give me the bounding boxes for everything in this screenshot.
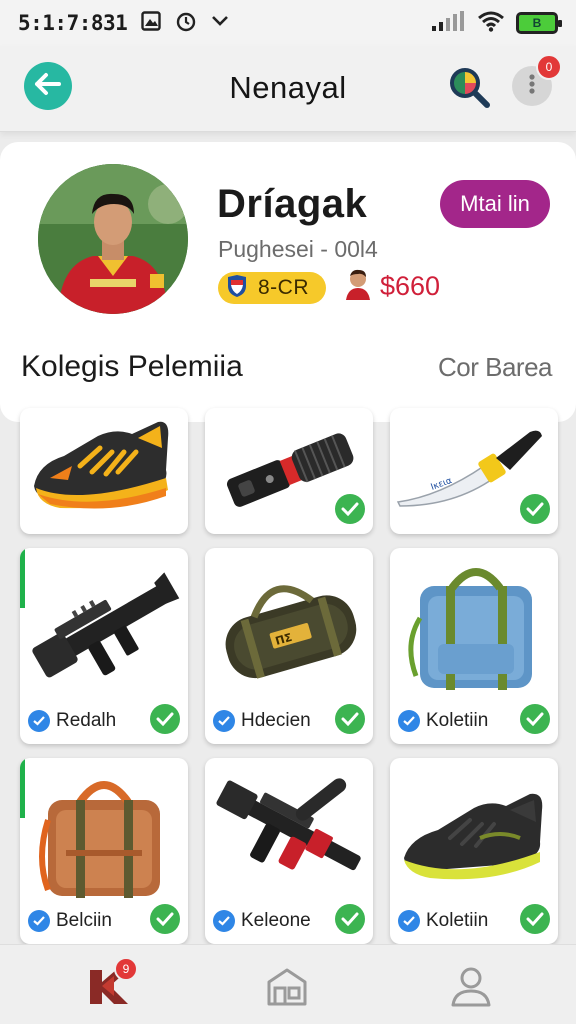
item-card[interactable]: Koletiin xyxy=(390,758,558,944)
check-icon xyxy=(520,904,550,934)
item-name: Koletiin xyxy=(426,710,489,731)
check-icon xyxy=(150,704,180,734)
rank-label: 8-CR xyxy=(258,276,310,299)
profile-card: Dríagak Pughesei - 00l4 Mtai lin 8-CR $6… xyxy=(0,142,576,422)
user-icon xyxy=(450,965,492,1012)
coin-value: $660 xyxy=(380,271,441,301)
verified-icon xyxy=(28,910,50,932)
item-name: Keleone xyxy=(241,910,311,931)
item-grid: Ικεια Redalh ΠΣ Hdecien Koletiin Belciin… xyxy=(20,408,558,944)
search-button[interactable] xyxy=(446,64,492,110)
backpack-icon xyxy=(408,568,532,690)
status-bar: 5:1:7:831 B xyxy=(0,0,576,46)
item-card[interactable]: Ικεια xyxy=(390,408,558,534)
chevron-down-icon xyxy=(211,14,229,32)
verified-icon xyxy=(213,710,235,732)
item-card[interactable]: Koletiin xyxy=(390,548,558,744)
card-label: Redalh xyxy=(28,710,116,732)
app-bar: Nenayal 0 xyxy=(0,46,576,132)
verified-icon xyxy=(398,710,420,732)
shield-icon xyxy=(226,274,248,303)
item-card[interactable]: Belciin xyxy=(20,758,188,944)
item-card[interactable]: ΠΣ Hdecien xyxy=(205,548,373,744)
store-icon xyxy=(265,966,309,1011)
item-card[interactable] xyxy=(20,408,188,534)
gallery-icon xyxy=(141,10,161,36)
avatar[interactable] xyxy=(38,164,188,314)
check-icon xyxy=(335,704,365,734)
brown-bag-icon xyxy=(39,781,160,898)
assault-rifle-icon xyxy=(216,778,361,871)
section-title: Kolegis Pelemiia xyxy=(21,350,243,383)
nav-badge: 9 xyxy=(114,957,138,981)
check-icon xyxy=(335,904,365,934)
item-card[interactable]: Redalh xyxy=(20,548,188,744)
notification-badge: 0 xyxy=(536,54,562,80)
bottom-nav: 9 xyxy=(0,944,576,1024)
section-see-all-link[interactable]: Cor Barea xyxy=(438,352,553,383)
status-time: 5:1:7:831 xyxy=(18,11,128,35)
profile-name: Dríagak xyxy=(217,182,368,226)
check-icon xyxy=(520,494,550,524)
check-icon xyxy=(335,494,365,524)
nav-profile[interactable] xyxy=(446,963,496,1013)
nav-home[interactable]: 9 xyxy=(84,957,138,1013)
item-card[interactable]: Keleone xyxy=(205,758,373,944)
search-icon xyxy=(446,68,492,114)
verified-icon xyxy=(213,910,235,932)
verified-icon xyxy=(398,910,420,932)
mini-avatar-icon xyxy=(344,268,372,305)
rifle-icon xyxy=(32,572,180,678)
item-name: Belciin xyxy=(56,910,112,931)
item-name: Koletiin xyxy=(426,910,489,931)
sneaker-icon xyxy=(34,421,169,509)
signal-icon xyxy=(430,10,466,37)
card-label: Belciin xyxy=(28,910,112,932)
item-name: Redalh xyxy=(56,710,117,731)
coin-balance: $660 xyxy=(344,268,440,305)
battery-icon: B xyxy=(516,12,562,34)
card-label: Koletiin xyxy=(398,710,488,732)
more-menu-button[interactable]: 0 xyxy=(512,54,562,106)
more-vertical-icon xyxy=(528,73,536,100)
wifi-icon xyxy=(478,10,504,37)
duffel-bag-icon: ΠΣ xyxy=(225,585,357,679)
card-label: Hdecien xyxy=(213,710,311,732)
alarm-icon xyxy=(175,10,197,37)
follow-button[interactable]: Mtai lin xyxy=(440,180,550,228)
check-icon xyxy=(150,904,180,934)
item-card[interactable] xyxy=(205,408,373,534)
verified-icon xyxy=(28,710,50,732)
nav-store[interactable] xyxy=(262,963,312,1013)
running-shoe-icon xyxy=(404,793,543,880)
card-label: Keleone xyxy=(213,910,311,932)
card-label: Koletiin xyxy=(398,910,488,932)
profile-subtitle: Pughesei - 00l4 xyxy=(218,236,378,262)
item-name: Hdecien xyxy=(241,710,311,731)
rank-badge: 8-CR xyxy=(218,272,326,304)
check-icon xyxy=(520,704,550,734)
